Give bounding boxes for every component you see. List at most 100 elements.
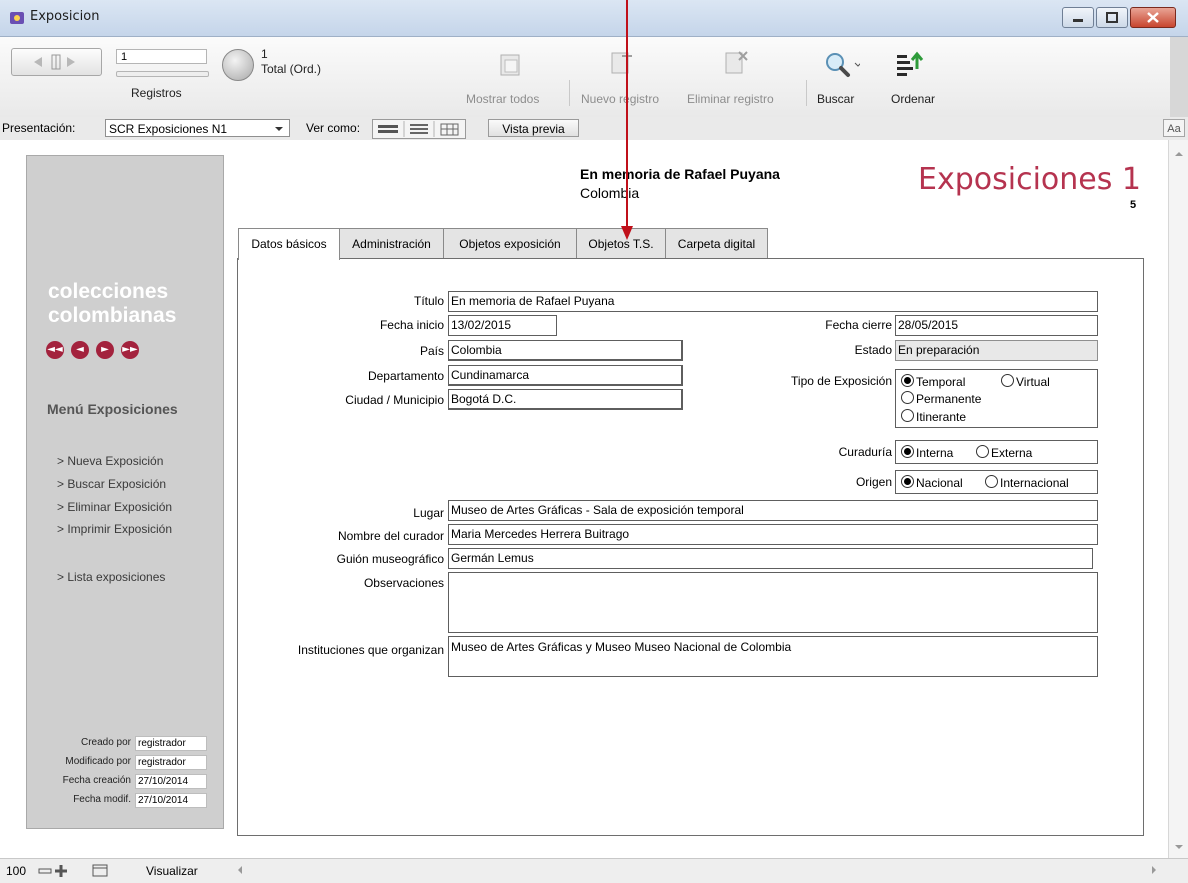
status-bar: 100 Visualizar — [0, 858, 1188, 883]
origen-label: Origen — [855, 475, 892, 489]
titulo-label: Título — [413, 294, 444, 308]
record-title-header: En memoria de Rafael Puyana — [580, 166, 780, 182]
annotation-arrow-icon — [621, 0, 633, 240]
radio-selected-icon — [901, 445, 914, 458]
curador-field[interactable]: Maria Mercedes Herrera Buitrago — [448, 524, 1098, 545]
radio-interna[interactable]: Interna — [901, 445, 953, 460]
search-icon[interactable] — [822, 51, 860, 79]
fecha-cierre-label: Fecha cierre — [825, 318, 892, 332]
menu-search-exhibition[interactable]: > Buscar Exposición — [57, 477, 166, 491]
last-record-icon[interactable]: ►► — [121, 341, 139, 359]
record-number-input[interactable]: 1 — [116, 49, 207, 64]
sort-icon — [897, 51, 924, 76]
menu-title: Menú Exposiciones — [47, 401, 178, 417]
maximize-button[interactable] — [1096, 7, 1128, 28]
logo-line-2: colombianas — [48, 305, 177, 323]
fecha-cierre-field[interactable]: 28/05/2015 — [895, 315, 1098, 336]
total-label: Total (Ord.) — [261, 62, 322, 76]
guion-label: Guión museográfico — [336, 552, 444, 566]
estado-field: En preparación — [895, 340, 1098, 361]
guion-field[interactable]: Germán Lemus — [448, 548, 1093, 569]
delete-record-button[interactable]: Eliminar registro — [687, 92, 774, 106]
menu-delete-exhibition[interactable]: > Eliminar Exposición — [57, 500, 172, 514]
radio-unselected-icon — [901, 409, 914, 422]
app-icon — [10, 12, 24, 24]
fecha-inicio-label: Fecha inicio — [379, 318, 444, 332]
sidebar: colecciones colombianas ◄◄ ◄ ► ►► Menú E… — [26, 155, 224, 829]
close-button[interactable] — [1130, 7, 1176, 28]
radio-unselected-icon — [976, 445, 989, 458]
departamento-label: Departamento — [367, 369, 444, 383]
radio-nacional[interactable]: Nacional — [901, 475, 963, 490]
curaduria-group: Interna Externa — [895, 440, 1098, 464]
delete-record-icon — [725, 51, 748, 74]
zoom-level[interactable]: 100 — [6, 864, 26, 878]
created-by-label: Creado por — [80, 737, 131, 748]
ciudad-field[interactable]: Bogotá D.C. — [448, 389, 683, 410]
close-icon — [1147, 12, 1159, 23]
minimize-button[interactable] — [1062, 7, 1094, 28]
zoom-controls[interactable] — [37, 864, 125, 878]
tab-carpeta-digital[interactable]: Carpeta digital — [665, 228, 768, 259]
menu-print-exhibition[interactable]: > Imprimir Exposición — [57, 522, 172, 536]
sort-button[interactable]: Ordenar — [891, 92, 935, 106]
previous-record-icon[interactable]: ◄ — [71, 341, 89, 359]
observaciones-field[interactable] — [448, 572, 1098, 633]
estado-label: Estado — [854, 343, 892, 357]
minimize-icon — [1073, 19, 1083, 22]
scroll-right-icon[interactable] — [1150, 865, 1158, 875]
curaduria-label: Curaduría — [838, 445, 892, 459]
window-titlebar: Exposicion — [0, 0, 1188, 37]
titulo-field[interactable]: En memoria de Rafael Puyana — [448, 291, 1098, 312]
view-mode-icons[interactable] — [373, 120, 465, 138]
scroll-up-icon[interactable] — [1174, 150, 1184, 158]
menu-new-exhibition[interactable]: > Nueva Exposición — [57, 454, 163, 468]
toolbar: 1 Registros 1 Total (Ord.) Mostrar todos… — [0, 37, 1170, 118]
tab-administracion[interactable]: Administración — [339, 228, 444, 259]
layout-select[interactable]: SCR Exposiciones N1 — [105, 119, 290, 137]
radio-unselected-icon — [901, 391, 914, 404]
menu-list-exhibitions[interactable]: > Lista exposiciones — [57, 570, 165, 584]
instituciones-field[interactable]: Museo de Artes Gráficas y Museo Museo Na… — [448, 636, 1098, 677]
radio-virtual[interactable]: Virtual — [1001, 374, 1050, 389]
toolbar-scroll[interactable] — [1170, 37, 1188, 117]
pais-label: País — [419, 344, 444, 358]
modified-date-value: 27/10/2014 — [135, 793, 207, 808]
maximize-icon — [1106, 12, 1118, 23]
layout-select-value: SCR Exposiciones N1 — [109, 122, 228, 136]
chevron-down-icon — [275, 127, 283, 131]
radio-selected-icon — [901, 374, 914, 387]
book-navigation-icon — [34, 54, 75, 70]
tab-objetos-exposicion[interactable]: Objetos exposición — [443, 228, 577, 259]
record-navigator[interactable] — [11, 48, 102, 76]
curador-label: Nombre del curador — [337, 529, 444, 543]
next-record-icon[interactable]: ► — [96, 341, 114, 359]
fecha-inicio-field[interactable]: 13/02/2015 — [448, 315, 557, 336]
pais-field[interactable]: Colombia — [448, 340, 683, 361]
scroll-down-icon[interactable] — [1174, 843, 1184, 851]
view-as-label: Ver como: — [306, 121, 361, 135]
departamento-field[interactable]: Cundinamarca — [448, 365, 683, 386]
scroll-left-icon[interactable] — [236, 865, 244, 875]
tipo-exposicion-group: Temporal Virtual Permanente Itinerante — [895, 369, 1098, 428]
font-size-button[interactable]: Aa — [1163, 119, 1185, 137]
tab-datos-basicos[interactable]: Datos básicos — [238, 228, 340, 260]
found-count: 1 — [261, 47, 268, 61]
lugar-field[interactable]: Museo de Artes Gráficas - Sala de exposi… — [448, 500, 1098, 521]
vertical-scrollbar[interactable] — [1168, 140, 1188, 858]
show-all-button[interactable]: Mostrar todos — [466, 92, 539, 106]
radio-permanente[interactable]: Permanente — [901, 391, 981, 406]
origen-group: Nacional Internacional — [895, 470, 1098, 494]
radio-temporal[interactable]: Temporal — [901, 374, 965, 389]
radio-internacional[interactable]: Internacional — [985, 475, 1069, 490]
radio-itinerante[interactable]: Itinerante — [901, 409, 966, 424]
search-button[interactable]: Buscar — [817, 92, 854, 106]
radio-externa[interactable]: Externa — [976, 445, 1032, 460]
lugar-label: Lugar — [413, 506, 444, 520]
record-slider[interactable] — [116, 71, 209, 77]
separator — [806, 80, 807, 106]
separator — [569, 80, 570, 106]
found-set-pie-icon — [222, 49, 254, 81]
first-record-icon[interactable]: ◄◄ — [46, 341, 64, 359]
preview-button[interactable]: Vista previa — [488, 119, 579, 137]
